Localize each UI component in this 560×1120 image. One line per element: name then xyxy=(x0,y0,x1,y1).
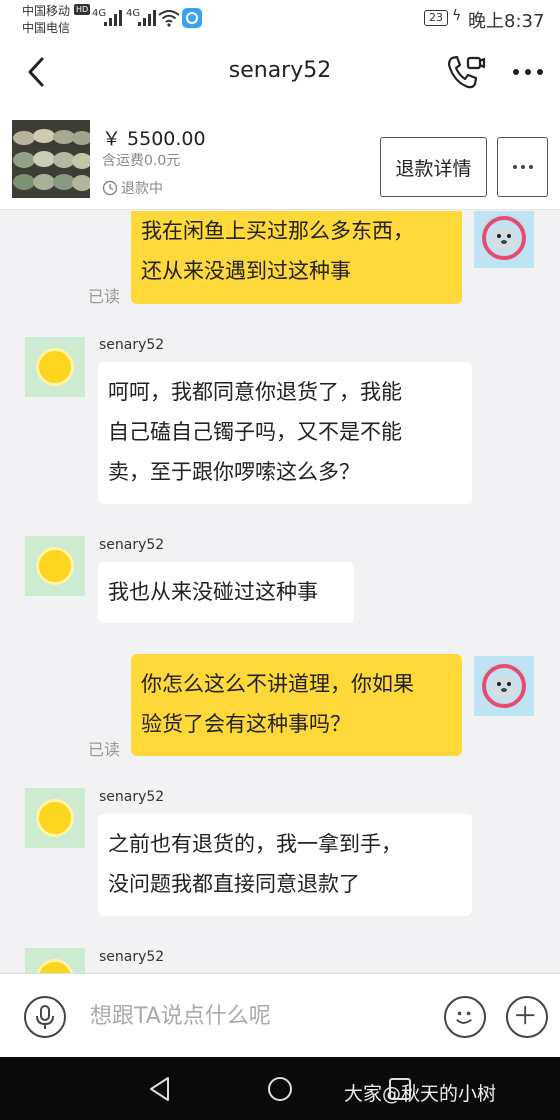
video-call-icon[interactable] xyxy=(446,54,486,90)
message-line: 验货了会有这种事吗？ xyxy=(141,712,351,736)
refund-details-button[interactable]: 退款详情 xyxy=(380,137,487,197)
message-line: 我也从来没碰过这种事 xyxy=(108,580,318,604)
message-line: 卖，至于跟你啰嗦这么多？ xyxy=(108,460,360,484)
message-line: 我在闲鱼上买过那么多东西， xyxy=(141,219,414,243)
message-line: 你怎么这么不讲道理，你如果 xyxy=(141,672,414,696)
message-bubble-other[interactable]: 之前也有退货的，我一拿到手， 没问题我都直接同意退款了 xyxy=(98,814,472,916)
clock-icon xyxy=(102,180,118,196)
sender-name: senary52 xyxy=(99,789,165,805)
dot-icon xyxy=(512,165,517,169)
product-more-button[interactable] xyxy=(497,137,548,197)
lemon-avatar-icon xyxy=(36,348,74,386)
more-options-icon[interactable] xyxy=(510,60,546,84)
chat-message-list[interactable]: 我在闲鱼上买过那么多东西， 还从来没遇到过这种事 已读 senary52 呵呵，… xyxy=(0,211,560,973)
hd-badge: HD xyxy=(74,4,91,15)
message-bubble-own[interactable]: 我在闲鱼上买过那么多东西， 还从来没遇到过这种事 xyxy=(131,211,462,304)
lemon-avatar-icon xyxy=(36,799,74,837)
message-input[interactable] xyxy=(80,992,430,1040)
charging-icon: ϟ xyxy=(452,8,462,24)
own-avatar[interactable] xyxy=(474,656,534,716)
watermark-text: 大家@秋天的小树 xyxy=(344,1083,497,1105)
carrier-name-primary: 中国移动 xyxy=(22,4,71,18)
battery-icon: 23 xyxy=(424,10,448,26)
dot-icon xyxy=(528,165,533,169)
status-time: 晚上8:37 xyxy=(468,11,545,32)
message-bubble-own[interactable]: 你怎么这么不讲道理，你如果 验货了会有这种事吗？ xyxy=(131,654,462,756)
seal-avatar-icon xyxy=(482,216,526,260)
read-receipt: 已读 xyxy=(88,740,121,759)
sender-name: senary52 xyxy=(99,537,165,553)
partner-avatar[interactable] xyxy=(25,337,85,397)
add-attachment-icon[interactable] xyxy=(506,996,548,1038)
dot-icon xyxy=(520,165,525,169)
system-navigation-bar: 大家@秋天的小树 xyxy=(0,1057,560,1120)
nav-back-icon[interactable] xyxy=(146,1075,174,1103)
nav-home-icon[interactable] xyxy=(266,1075,294,1103)
wifi-icon xyxy=(158,10,180,27)
chat-header: senary52 xyxy=(0,40,560,106)
voice-input-button[interactable] xyxy=(24,996,66,1038)
message-line: 没问题我都直接同意退款了 xyxy=(108,872,360,896)
sender-name: senary52 xyxy=(99,949,165,965)
message-line: 自己磕自己镯子吗，又不是不能 xyxy=(108,420,402,444)
microphone-icon xyxy=(36,1005,54,1029)
shipping-fee: 含运费0.0元 xyxy=(102,153,181,169)
signal-strength-icon xyxy=(138,10,156,26)
seal-avatar-icon xyxy=(482,664,526,708)
app-notification-icon xyxy=(182,8,202,28)
carrier-name-secondary: 中国电信 xyxy=(22,21,71,35)
lemon-avatar-icon xyxy=(36,547,74,585)
message-line: 之前也有退货的，我一拿到手， xyxy=(108,832,402,856)
order-status: 退款中 xyxy=(102,178,163,198)
message-input-bar xyxy=(0,973,560,1057)
read-receipt: 已读 xyxy=(88,287,121,306)
partner-avatar[interactable] xyxy=(25,788,85,848)
status-bar: 中国移动 HD 中国电信 4G 4G 23 ϟ 晚上8:37 xyxy=(0,0,560,40)
message-line: 呵呵，我都同意你退货了，我能 xyxy=(108,380,402,404)
product-price: ￥ 5500.00 xyxy=(102,128,206,150)
product-card[interactable]: ￥ 5500.00 含运费0.0元 退款中 退款详情 xyxy=(0,106,560,210)
message-bubble-other[interactable]: 呵呵，我都同意你退货了，我能 自己磕自己镯子吗，又不是不能 卖，至于跟你啰嗦这么… xyxy=(98,362,472,504)
message-bubble-other[interactable]: 我也从来没碰过这种事 xyxy=(98,562,354,623)
emoji-icon[interactable] xyxy=(444,996,486,1038)
product-thumbnail[interactable] xyxy=(12,120,90,198)
order-status-text: 退款中 xyxy=(121,181,163,197)
partner-avatar[interactable] xyxy=(25,948,85,973)
own-avatar[interactable] xyxy=(474,211,534,268)
signal-strength-icon xyxy=(104,10,122,26)
partner-avatar[interactable] xyxy=(25,536,85,596)
lemon-avatar-icon xyxy=(36,959,74,973)
sender-name: senary52 xyxy=(99,337,165,353)
message-line: 还从来没遇到过这种事 xyxy=(141,259,351,283)
